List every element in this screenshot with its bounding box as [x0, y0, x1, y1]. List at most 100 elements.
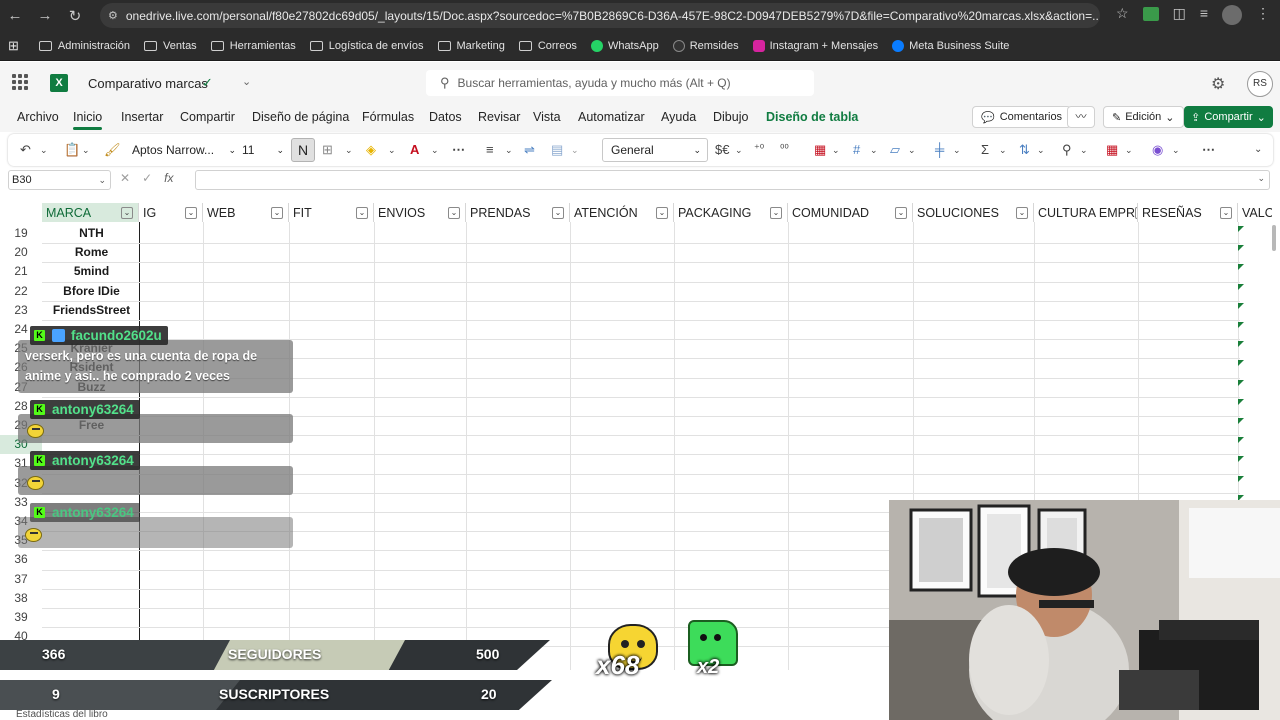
bookmark-herramientas[interactable]: Herramientas [210, 40, 296, 52]
cell-styles-icon[interactable]: ▱ [890, 142, 900, 158]
extensions-puzzle-icon[interactable]: ◫ [1173, 5, 1186, 25]
chevron-down-icon[interactable]: ⌄ [870, 145, 878, 156]
chevron-down-icon[interactable]: ⌄ [345, 145, 353, 156]
bookmark-remsides[interactable]: Remsides [672, 39, 739, 52]
paste-icon[interactable]: 📋 [64, 142, 80, 158]
error-indicator-icon[interactable] [1238, 302, 1244, 309]
marca-cell[interactable]: Rome [44, 243, 139, 262]
vertical-scrollbar[interactable] [1272, 225, 1276, 251]
error-indicator-icon[interactable] [1238, 379, 1244, 386]
formula-input[interactable]: ⌄ [195, 170, 1270, 190]
tab-ayuda[interactable]: Ayuda [661, 110, 696, 124]
column-header-marca[interactable]: MARCA ⌄ [42, 203, 139, 222]
marca-cell[interactable] [44, 589, 139, 608]
bookmark-administracion[interactable]: Administración [38, 40, 130, 52]
error-indicator-icon[interactable] [1238, 437, 1244, 444]
error-indicator-icon[interactable] [1238, 418, 1244, 424]
tab-formulas[interactable]: Fórmulas [362, 110, 414, 124]
tab-compartir[interactable]: Compartir [180, 110, 235, 124]
catch-up-button[interactable]: 〰 [1067, 106, 1095, 128]
increase-decimal-icon[interactable]: ⁺⁰ [754, 142, 764, 155]
apps-grid-icon[interactable]: ⊞ [8, 38, 19, 54]
editing-mode-button[interactable]: ✎ Edición ⌄ [1103, 106, 1184, 128]
copilot-icon[interactable]: ◉ [1152, 142, 1163, 158]
tab-insertar[interactable]: Insertar [121, 110, 163, 124]
insert-function-icon[interactable]: fx [164, 171, 173, 185]
media-icon[interactable]: ≡ [1200, 5, 1208, 25]
bookmark-correos[interactable]: Correos [518, 40, 577, 52]
profile-icon[interactable] [1222, 5, 1242, 25]
bookmark-meta[interactable]: Meta Business Suite [892, 39, 1009, 52]
column-header-web[interactable]: WEB ⌄ [203, 203, 289, 222]
filter-dropdown-icon[interactable]: ⌄ [356, 206, 368, 219]
font-color-icon[interactable]: A [410, 142, 419, 157]
table-format-icon[interactable]: # [853, 142, 860, 157]
row-header[interactable]: 22 [0, 282, 42, 301]
find-icon[interactable]: ⚲ [1062, 142, 1072, 158]
filter-dropdown-icon[interactable]: ⌄ [770, 206, 782, 219]
bookmark-marketing[interactable]: Marketing [437, 40, 505, 52]
extension-icon[interactable] [1142, 7, 1159, 21]
number-format-select[interactable]: General ⌄ [602, 138, 708, 162]
app-launcher-icon[interactable] [12, 74, 28, 90]
filter-dropdown-icon[interactable]: ⌄ [448, 206, 460, 219]
marca-cell[interactable]: Bfore IDie [44, 282, 139, 301]
filter-dropdown-icon[interactable]: ⌄ [1016, 206, 1028, 219]
wrap-text-icon[interactable]: ⇌ [524, 142, 535, 158]
fill-color-icon[interactable]: ◈ [366, 142, 376, 158]
settings-gear-icon[interactable]: ⚙ [1211, 74, 1225, 94]
filter-dropdown-icon[interactable]: ⌄ [656, 206, 668, 219]
column-header-ig[interactable]: IG ⌄ [139, 203, 203, 222]
row-header[interactable]: 21 [0, 262, 42, 281]
tab-diseno-pagina[interactable]: Diseño de página [252, 110, 349, 124]
tab-datos[interactable]: Datos [429, 110, 462, 124]
tab-archivo[interactable]: Archivo [17, 110, 59, 124]
borders-icon[interactable]: ⊞ [322, 142, 333, 158]
chevron-down-icon[interactable]: ⌄ [40, 145, 48, 156]
autosum-icon[interactable]: Σ [981, 142, 989, 157]
error-indicator-icon[interactable] [1238, 322, 1244, 328]
error-indicator-icon[interactable] [1238, 456, 1244, 463]
insert-cells-icon[interactable]: ╪ [935, 142, 944, 157]
collapse-ribbon-icon[interactable]: ⌄ [1254, 144, 1262, 155]
comments-button[interactable]: 💬 Comentarios [972, 106, 1072, 128]
reload-icon[interactable]: ↻ [60, 7, 90, 25]
chevron-down-icon[interactable]: ⌄ [388, 145, 396, 156]
undo-icon[interactable]: ↶ [20, 142, 31, 158]
error-indicator-icon[interactable] [1238, 360, 1244, 367]
marca-cell[interactable]: 5mind [44, 262, 139, 281]
expand-formula-icon[interactable]: ⌄ [1257, 173, 1265, 184]
marca-cell[interactable]: NTH [44, 224, 139, 243]
marca-cell[interactable] [44, 608, 139, 627]
chevron-down-icon[interactable]: ⌄ [999, 145, 1007, 156]
error-indicator-icon[interactable] [1238, 264, 1244, 271]
row-header[interactable]: 23 [0, 301, 42, 320]
marca-cell[interactable] [44, 550, 139, 569]
marca-cell[interactable]: FriendsStreet [44, 301, 139, 320]
row-header[interactable]: 36 [0, 550, 42, 569]
column-header-valor[interactable]: VALO [1238, 203, 1272, 222]
chevron-down-icon[interactable]: ⌄ [832, 145, 840, 156]
back-icon[interactable]: ← [0, 7, 30, 24]
browser-menu-icon[interactable]: ⋮ [1256, 5, 1270, 25]
error-indicator-icon[interactable] [1238, 475, 1244, 482]
font-size-select[interactable]: 11 ⌄ [242, 138, 284, 162]
decrease-decimal-icon[interactable]: ⁰⁰ [780, 142, 789, 155]
error-indicator-icon[interactable] [1238, 245, 1244, 252]
error-indicator-icon[interactable] [1238, 283, 1244, 290]
tab-inicio[interactable]: Inicio [73, 110, 103, 130]
column-header-prendas[interactable]: PRENDAS ⌄ [466, 203, 570, 222]
bookmark-star-icon[interactable]: ☆ [1116, 5, 1129, 25]
error-indicator-icon[interactable] [1238, 226, 1244, 232]
chevron-down-icon[interactable]: ⌄ [571, 145, 579, 156]
chevron-down-icon[interactable]: ⌄ [908, 145, 916, 156]
bookmark-ventas[interactable]: Ventas [144, 40, 197, 52]
chevron-down-icon[interactable]: ⌄ [1080, 145, 1088, 156]
filter-dropdown-icon[interactable]: ⌄ [895, 206, 907, 219]
font-family-select[interactable]: Aptos Narrow... ⌄ [132, 138, 236, 162]
chevron-down-icon[interactable]: ⌄ [1125, 145, 1133, 156]
row-header[interactable]: 38 [0, 589, 42, 608]
format-painter-icon[interactable]: 🖌 [104, 142, 121, 158]
filter-dropdown-icon[interactable]: ⌄ [552, 206, 564, 219]
chevron-down-icon[interactable]: ⌄ [505, 145, 513, 156]
